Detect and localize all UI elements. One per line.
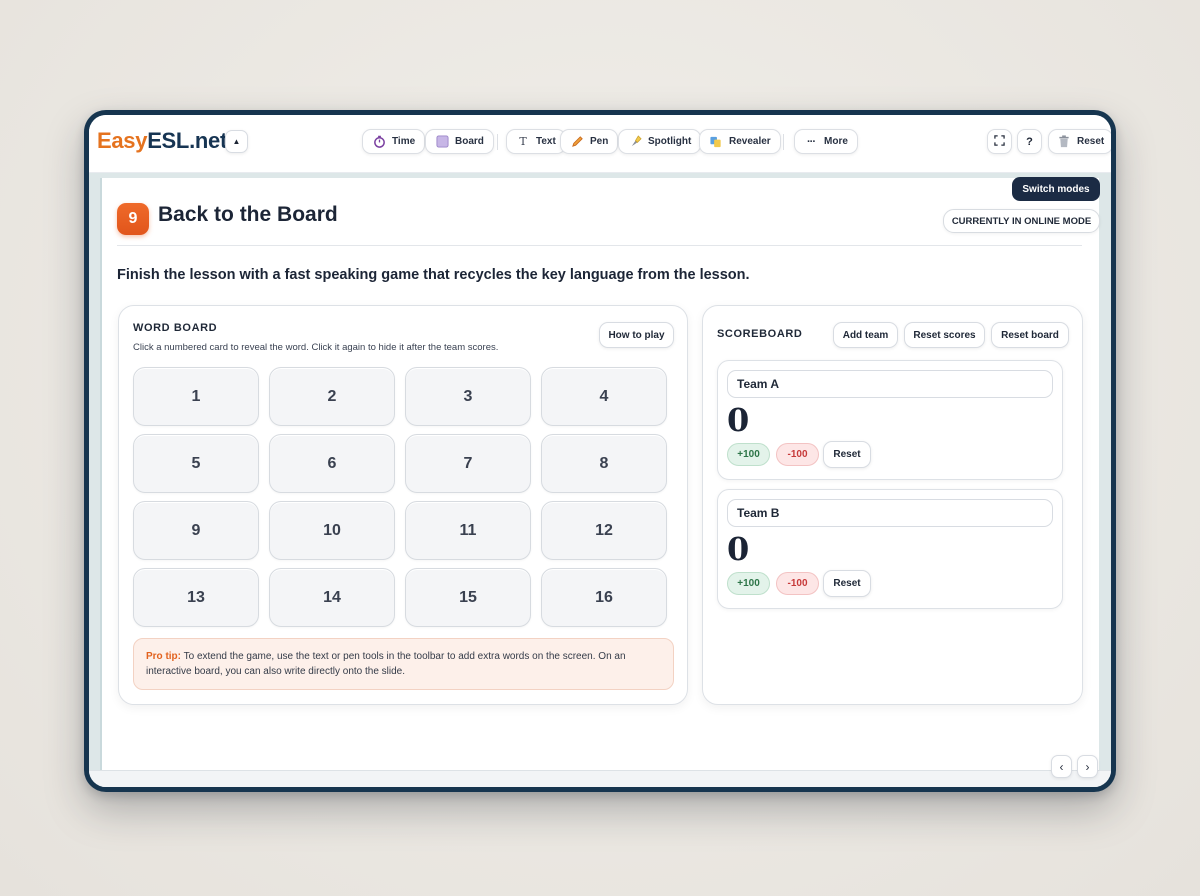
word-card-grid: 1 2 3 4 5 6 7 8 9 10 11 12 13 14 15 16 (133, 367, 669, 627)
add-100-button[interactable]: +100 (727, 572, 770, 595)
next-slide-button[interactable]: › (1077, 755, 1098, 778)
spotlight-icon (628, 135, 642, 149)
word-card[interactable]: 16 (541, 568, 667, 627)
scoreboard-heading: SCOREBOARD (717, 328, 803, 340)
reset-board-button[interactable]: Reset board (991, 322, 1069, 348)
team-score: 0 (727, 530, 750, 568)
pen-tool-button[interactable]: Pen (560, 129, 619, 154)
trash-icon (1057, 135, 1071, 149)
current-mode-badge: CURRENTLY IN ONLINE MODE (943, 209, 1100, 233)
help-icon: ? (1026, 135, 1033, 148)
chevron-left-icon: ‹ (1059, 759, 1064, 774)
more-icon: ··· (807, 135, 816, 148)
text-icon: T (519, 135, 527, 148)
logo[interactable]: EasyESL.net (97, 128, 227, 154)
word-card[interactable]: 10 (269, 501, 395, 560)
fullscreen-icon (994, 134, 1005, 149)
slide-footer-bar (89, 770, 1111, 787)
word-board-heading: WORD BOARD (133, 322, 218, 334)
word-card[interactable]: 2 (269, 367, 395, 426)
word-card[interactable]: 13 (133, 568, 259, 627)
help-button[interactable]: ? (1017, 129, 1042, 154)
revealer-icon (709, 135, 723, 149)
toolbar-reset-label: Reset (1077, 136, 1105, 147)
add-100-button[interactable]: +100 (727, 443, 770, 466)
toolbar-divider (497, 134, 498, 150)
team-name-input[interactable]: Team A (727, 370, 1053, 398)
word-board-hint: Click a numbered card to reveal the word… (133, 342, 499, 353)
revealer-tool-label: Revealer (729, 136, 771, 147)
word-card[interactable]: 12 (541, 501, 667, 560)
pro-tip-text: To extend the game, use the text or pen … (146, 651, 626, 677)
time-tool-label: Time (392, 136, 416, 147)
scoreboard-panel: SCOREBOARD Add team Reset scores Reset b… (702, 305, 1083, 705)
word-board-panel: WORD BOARD Click a numbered card to reve… (118, 305, 688, 705)
team-score: 0 (727, 401, 750, 439)
pro-tip-box: Pro tip: To extend the game, use the tex… (133, 638, 674, 690)
switch-modes-button[interactable]: Switch modes (1012, 177, 1100, 201)
toolbar-divider (783, 134, 784, 150)
timer-icon (372, 135, 386, 149)
chevron-right-icon: › (1085, 759, 1090, 774)
spotlight-tool-label: Spotlight (648, 136, 692, 147)
team-name-input[interactable]: Team B (727, 499, 1053, 527)
pro-tip-label: Pro tip: (146, 651, 181, 662)
add-team-button[interactable]: Add team (833, 322, 898, 348)
logo-esl: ESL.net (147, 128, 227, 153)
word-card[interactable]: 9 (133, 501, 259, 560)
slide-subtitle: Finish the lesson with a fast speaking g… (117, 267, 750, 283)
board-tool-label: Board (455, 136, 484, 147)
collapse-toolbar-button[interactable]: ▲ (225, 130, 248, 153)
word-card[interactable]: 11 (405, 501, 531, 560)
word-card[interactable]: 6 (269, 434, 395, 493)
team-card: Team B 0 +100 -100 Reset (717, 489, 1063, 609)
how-to-play-button[interactable]: How to play (599, 322, 674, 348)
revealer-tool-button[interactable]: Revealer (699, 129, 781, 154)
caret-up-icon: ▲ (232, 137, 241, 146)
board-tool-button[interactable]: Board (425, 129, 494, 154)
word-card[interactable]: 8 (541, 434, 667, 493)
spotlight-tool-button[interactable]: Spotlight (618, 129, 702, 154)
slide-title: Back to the Board (158, 203, 338, 226)
title-divider (117, 245, 1082, 246)
pen-icon (570, 135, 584, 149)
more-tool-label: More (824, 136, 848, 147)
word-card[interactable]: 14 (269, 568, 395, 627)
step-number-badge: 9 (117, 203, 149, 235)
word-card[interactable]: 3 (405, 367, 531, 426)
screen: EasyESL.net ▲ Time Board T Text Pen Spot… (89, 115, 1111, 787)
device-frame: EasyESL.net ▲ Time Board T Text Pen Spot… (84, 110, 1116, 792)
fullscreen-button[interactable] (987, 129, 1012, 154)
toolbar-reset-button[interactable]: Reset (1048, 129, 1111, 154)
board-icon (435, 135, 449, 149)
subtract-100-button[interactable]: -100 (776, 443, 819, 466)
logo-easy: Easy (97, 128, 148, 153)
time-tool-button[interactable]: Time (362, 129, 426, 154)
subtract-100-button[interactable]: -100 (776, 572, 819, 595)
more-tool-button[interactable]: ··· More (794, 129, 858, 154)
toolbar: EasyESL.net ▲ Time Board T Text Pen Spot… (89, 115, 1111, 173)
word-card[interactable]: 5 (133, 434, 259, 493)
pen-tool-label: Pen (590, 136, 609, 147)
word-card[interactable]: 7 (405, 434, 531, 493)
text-tool-label: Text (536, 136, 556, 147)
reset-scores-button[interactable]: Reset scores (904, 322, 985, 348)
word-card[interactable]: 15 (405, 568, 531, 627)
team-reset-button[interactable]: Reset (823, 441, 871, 468)
team-card: Team A 0 +100 -100 Reset (717, 360, 1063, 480)
previous-slide-button[interactable]: ‹ (1051, 755, 1072, 778)
word-card[interactable]: 4 (541, 367, 667, 426)
text-tool-button[interactable]: T Text (506, 129, 566, 154)
team-reset-button[interactable]: Reset (823, 570, 871, 597)
word-card[interactable]: 1 (133, 367, 259, 426)
